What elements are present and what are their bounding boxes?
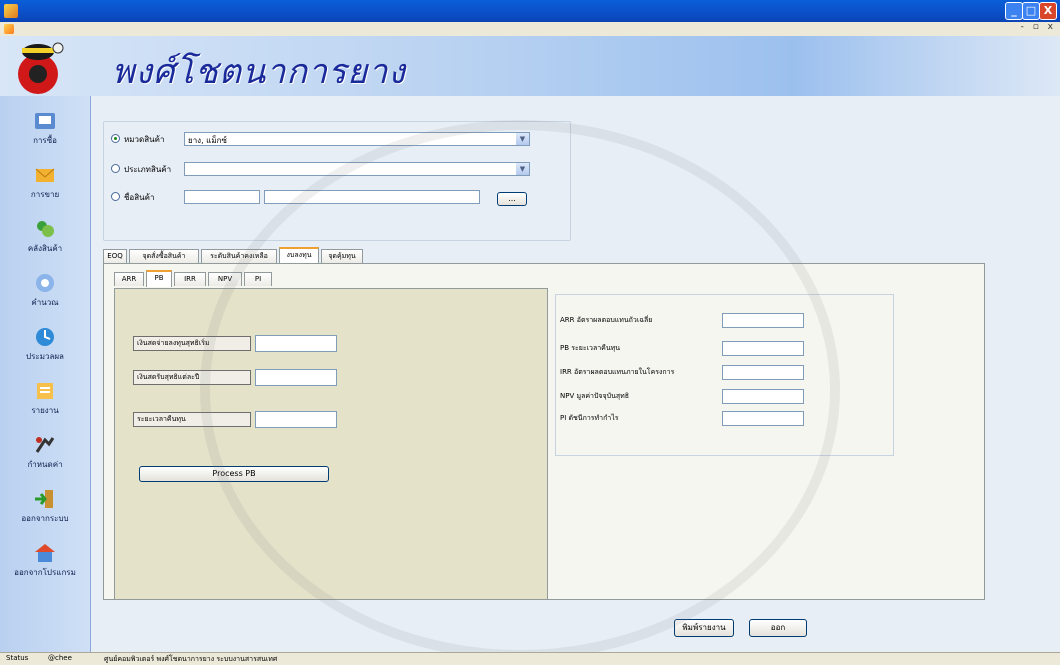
sidebar-item-label: ออกจากโปรแกรม [14, 568, 76, 577]
report-icon [37, 383, 53, 399]
category-select[interactable]: ยาง, แม็กซ์ ▼ [184, 132, 530, 146]
status-user: @chee [48, 654, 72, 662]
type-radio[interactable] [111, 164, 120, 173]
tab-investment-budget[interactable]: งบลงทุน [279, 247, 319, 264]
sales-icon [35, 168, 55, 182]
product-name-input[interactable] [264, 190, 480, 204]
type-select[interactable]: ▼ [184, 162, 530, 176]
sidebar-item-calculate[interactable]: คำนวณ [0, 266, 90, 320]
sidebar-item-report[interactable]: รายงาน [0, 374, 90, 428]
annual-cashflow-input[interactable] [255, 369, 337, 386]
annual-cashflow-label: เงินสดรับสุทธิแต่ละปี [133, 370, 251, 385]
sidebar-item-label: การซื้อ [33, 136, 57, 145]
type-label: ประเภทสินค้า [124, 165, 172, 174]
sidebar-item-label: คำนวณ [31, 298, 59, 307]
filter-group: หมวดสินค้า ยาง, แม็กซ์ ▼ ประเภทสินค้า ▼ … [103, 121, 571, 241]
sidebar-item-purchase[interactable]: การซื้อ [0, 104, 90, 158]
close-button[interactable]: X [1039, 2, 1057, 20]
initial-investment-label: เงินสดจ่ายลงทุนสุทธิเริ่ม [133, 336, 251, 351]
tab-break-even[interactable]: จุดคุ้มทุน [321, 249, 363, 263]
header-banner: พงศ์โชตนาการยาง [0, 36, 1060, 96]
status-bar: Status @chee ศูนย์คอมพิวเตอร์ พงศ์โชตนาก… [0, 652, 1060, 665]
sidebar-item-label: คลังสินค้า [27, 244, 63, 253]
category-selected-value: ยาง, แม็กซ์ [188, 136, 227, 145]
arr-result-label: ARR อัตราผลตอบแทนถัวเฉลี่ย [560, 316, 653, 324]
results-group: ARR อัตราผลตอบแทนถัวเฉลี่ย PB ระยะเวลาคื… [555, 294, 894, 456]
sidebar-item-settings[interactable]: กำหนดค่า [0, 428, 90, 482]
category-label: หมวดสินค้า [124, 135, 165, 144]
tab-pi[interactable]: PI [244, 272, 272, 286]
browse-button[interactable]: ... [497, 192, 527, 206]
maximize-button[interactable]: □ [1022, 2, 1040, 20]
app-icon [4, 4, 18, 18]
sidebar-item-label: ประมวลผล [26, 352, 64, 361]
minimize-button[interactable]: _ [1005, 2, 1023, 20]
exit-icon [35, 544, 55, 562]
pb-form-panel: เงินสดจ่ายลงทุนสุทธิเริ่ม เงินสดรับสุทธิ… [114, 288, 548, 600]
category-radio[interactable] [111, 134, 120, 143]
sidebar-item-label: ออกจากระบบ [21, 514, 69, 523]
sidebar: การซื้อ การขาย คลังสินค้า คำนวณ ประมวลผล… [0, 96, 91, 652]
chevron-down-icon[interactable]: ▼ [516, 133, 529, 145]
irr-result-label: IRR อัตราผลตอบแทนภายในโครงการ [560, 368, 675, 376]
product-label: ชื่อสินค้า [124, 193, 155, 202]
pi-result-label: PI ดัชนีการทำกำไร [560, 414, 619, 422]
logout-icon [35, 490, 53, 508]
pb-result-label: PB ระยะเวลาคืนทุน [560, 344, 621, 352]
tab-arr[interactable]: ARR [114, 272, 144, 286]
purchase-icon [35, 113, 55, 129]
print-report-button[interactable]: พิมพ์รายงาน [674, 619, 734, 637]
product-radio[interactable] [111, 192, 120, 201]
warehouse-icon [37, 221, 54, 237]
tab-npv[interactable]: NPV [208, 272, 242, 286]
calculate-icon [36, 274, 54, 292]
investment-tab-panel: ARR PB IRR NPV PI เงินสดจ่ายลงทุนสุทธิเร… [103, 263, 985, 600]
sidebar-item-warehouse[interactable]: คลังสินค้า [0, 212, 90, 266]
chevron-down-icon[interactable]: ▼ [516, 163, 529, 175]
initial-investment-input[interactable] [255, 335, 337, 352]
main-content: หมวดสินค้า ยาง, แม็กซ์ ▼ ประเภทสินค้า ▼ … [91, 96, 1060, 652]
sidebar-item-logout[interactable]: ออกจากระบบ [0, 482, 90, 536]
sidebar-item-label: กำหนดค่า [27, 460, 63, 469]
tab-inventory-level[interactable]: ระดับสินค้าคงเหลือ [201, 249, 277, 263]
tab-pb[interactable]: PB [146, 270, 172, 287]
sidebar-item-process[interactable]: ประมวลผล [0, 320, 90, 374]
window-titlebar: _ □ X [0, 0, 1060, 22]
sidebar-item-label: การขาย [30, 190, 60, 199]
status-label: Status [6, 654, 29, 662]
shop-name-title: พงศ์โชตนาการยาง [112, 52, 406, 92]
process-pb-button[interactable]: Process PB [139, 466, 329, 482]
npv-result-field[interactable] [722, 389, 804, 404]
process-icon [36, 328, 54, 346]
status-credit: ศูนย์คอมพิวเตอร์ พงศ์โชตนาการยาง ระบบงาน… [104, 655, 278, 663]
product-code-input[interactable] [184, 190, 260, 204]
mdi-menubar: - ▫ x [0, 22, 1060, 36]
mdi-child-icon [4, 24, 14, 34]
pb-result-field[interactable] [722, 341, 804, 356]
irr-result-field[interactable] [722, 365, 804, 380]
arr-result-field[interactable] [722, 313, 804, 328]
tab-reorder-point[interactable]: จุดสั่งซื้อสินค้า [129, 249, 199, 263]
sidebar-item-exit[interactable]: ออกจากโปรแกรม [0, 536, 90, 590]
mdi-window-controls[interactable]: - ▫ x [1021, 22, 1056, 32]
payback-label: ระยะเวลาคืนทุน [133, 412, 251, 427]
payback-output[interactable] [255, 411, 337, 428]
npv-result-label: NPV มูลค่าปัจจุบันสุทธิ [560, 392, 630, 400]
exit-button[interactable]: ออก [749, 619, 807, 637]
sidebar-item-sales[interactable]: การขาย [0, 158, 90, 212]
tab-irr[interactable]: IRR [174, 272, 206, 286]
tab-eoq[interactable]: EOQ [103, 249, 127, 263]
settings-icon [35, 437, 55, 453]
logo-icon [18, 42, 64, 94]
pi-result-field[interactable] [722, 411, 804, 426]
sidebar-item-label: รายงาน [31, 406, 59, 415]
